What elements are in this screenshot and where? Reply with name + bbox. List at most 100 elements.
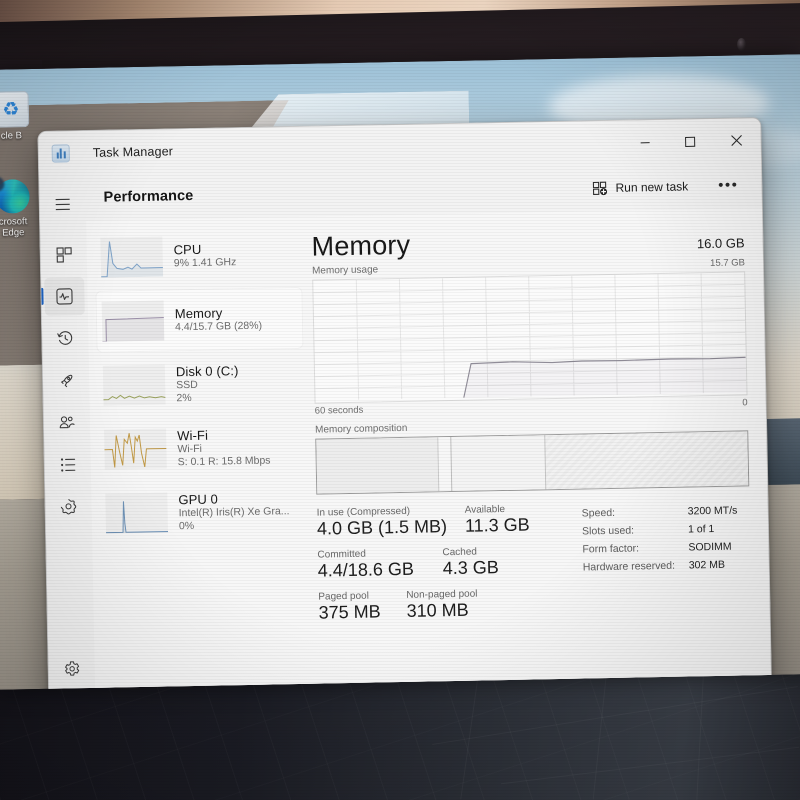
window-body: Performance Run new task ••• CPU 9% 1.41… — [39, 162, 772, 690]
maximize-button[interactable] — [667, 119, 713, 164]
resource-item-memory[interactable]: Memory 4.4/15.7 GB (28%) — [95, 286, 304, 353]
more-options-button[interactable]: ••• — [711, 176, 746, 193]
desktop-icon-label: cle B — [0, 130, 23, 142]
run-new-task-button[interactable]: Run new task — [583, 174, 697, 201]
detail-header: Memory 16.0 GB — [311, 222, 745, 262]
desktop-icon-label: crosoft Edge — [0, 216, 28, 239]
spec-key: Slots used: — [581, 524, 635, 538]
performance-pulse-icon — [56, 288, 73, 305]
memory-statistics: In use (Compressed) Available 4.0 GB (1.… — [317, 499, 752, 633]
desktop-icon-microsoft-edge[interactable]: crosoft Edge — [0, 179, 33, 239]
desktop-icon-recycle-bin[interactable]: ♻ cle B — [0, 91, 31, 142]
composition-segment-in-use — [316, 437, 438, 494]
spec-value: 1 of 1 — [687, 522, 715, 536]
stat-value: 4.3 GB — [442, 557, 499, 579]
memory-thumbnail-graph — [101, 300, 165, 342]
users-icon — [59, 415, 75, 428]
spec-value: 302 MB — [688, 558, 726, 572]
hamburger-menu-button[interactable] — [42, 185, 83, 224]
resource-detail: Intel(R) Iris(R) Xe Gra... — [178, 504, 290, 519]
spec-row-form-factor: Form factor: SODIMM — [582, 537, 750, 558]
gpu-thumbnail-graph — [105, 492, 169, 534]
memory-usage-graph — [312, 271, 748, 404]
graph-axis-left: 60 seconds — [314, 404, 364, 417]
spec-key: Form factor: — [582, 542, 640, 556]
content-area: Performance Run new task ••• CPU 9% 1.41… — [85, 162, 772, 690]
resource-detail: 9% 1.41 GHz — [173, 256, 237, 270]
resource-item-text: Memory 4.4/15.7 GB (28%) — [175, 305, 262, 335]
cpu-thumbnail-graph — [100, 236, 164, 278]
composition-segment-standby — [449, 435, 546, 492]
window-controls — [622, 118, 761, 165]
toolbar-actions: Run new task ••• — [583, 173, 745, 201]
hamburger-icon — [55, 198, 70, 211]
spec-key: Speed: — [581, 506, 616, 520]
spec-key: Hardware reserved: — [582, 559, 676, 574]
app-history-clock-icon — [57, 331, 73, 345]
run-new-task-label: Run new task — [615, 179, 689, 195]
startup-rocket-icon — [60, 374, 72, 387]
sidebar-item-startup-apps[interactable] — [46, 361, 87, 400]
memory-detail-pane: Memory 16.0 GB Memory usage 15.7 GB 60 s… — [301, 208, 771, 690]
spec-value: SODIMM — [688, 540, 732, 554]
resource-name: Memory — [174, 305, 223, 322]
stat-value: 4.0 GB (1.5 MB) — [316, 516, 448, 539]
memory-composition-bar[interactable] — [315, 430, 750, 495]
sidebar-item-users[interactable] — [47, 403, 88, 442]
resource-list: CPU 9% 1.41 GHz Memory 4.4/15.7 GB (28%)… — [86, 217, 310, 690]
resource-detail-2: 0% — [178, 519, 195, 532]
detail-title: Memory — [311, 229, 411, 262]
spec-row-speed: Speed: 3200 MT/s — [582, 501, 750, 522]
sidebar-item-services[interactable] — [48, 487, 89, 526]
details-list-icon — [60, 457, 75, 472]
graph-axis-right: 0 — [742, 397, 748, 409]
statistics-right-column: Speed: 3200 MT/s Slots used: 1 of 1 Form… — [582, 499, 752, 628]
resource-detail: SSD — [176, 378, 198, 391]
resource-item-wifi[interactable]: Wi-Fi Wi-Fi S: 0.1 R: 15.8 Mbps — [98, 415, 306, 481]
webcam-icon — [737, 38, 746, 51]
page-title: Performance — [103, 187, 194, 206]
resource-item-text: Wi-Fi Wi-Fi S: 0.1 R: 15.8 Mbps — [177, 426, 271, 469]
resource-detail-2: 2% — [176, 391, 192, 404]
spec-value: 3200 MT/s — [687, 504, 738, 518]
disk-thumbnail-graph — [102, 364, 166, 406]
resource-detail-2: S: 0.1 R: 15.8 Mbps — [177, 454, 271, 468]
laptop-screen: ♻ cle B crosoft Edge Task Manager Perfor… — [0, 54, 800, 690]
close-button[interactable] — [712, 118, 761, 163]
resource-item-text: CPU 9% 1.41 GHz — [173, 241, 236, 270]
sidebar-item-details[interactable] — [47, 445, 88, 484]
minimize-button[interactable] — [622, 120, 668, 165]
graph-max-label: 15.7 GB — [710, 257, 746, 270]
stat-value: 11.3 GB — [464, 514, 530, 536]
settings-button[interactable] — [51, 649, 92, 688]
memory-capacity: 16.0 GB — [696, 235, 745, 252]
task-manager-icon — [51, 144, 70, 163]
resource-name: CPU — [173, 241, 202, 258]
settings-gear-icon — [64, 660, 79, 676]
resource-detail: 4.4/15.7 GB (28%) — [174, 319, 263, 334]
stat-group-paged-pool: Paged pool Non-paged pool 375 MB 310 MB — [318, 587, 584, 625]
sidebar-item-processes[interactable] — [43, 235, 84, 274]
sidebar-item-app-history[interactable] — [45, 319, 86, 358]
task-manager-window: Task Manager Performance Run new task ••… — [37, 117, 773, 690]
resource-item-gpu[interactable]: GPU 0 Intel(R) Iris(R) Xe Gra... 0% — [99, 479, 307, 545]
resource-item-text: Disk 0 (C:) SSD 2% — [176, 363, 239, 405]
microsoft-edge-icon — [0, 179, 30, 214]
wifi-thumbnail-graph — [104, 428, 167, 470]
statistics-left-column: In use (Compressed) Available 4.0 GB (1.… — [317, 503, 584, 634]
stat-group-in-use: In use (Compressed) Available 4.0 GB (1.… — [317, 503, 583, 541]
graph-caption: Memory usage — [311, 264, 379, 277]
stat-value: 4.4/18.6 GB — [317, 558, 415, 581]
resource-item-cpu[interactable]: CPU 9% 1.41 GHz — [94, 223, 302, 289]
spec-row-hardware-reserved: Hardware reserved: 302 MB — [583, 555, 751, 576]
sidebar-item-performance[interactable] — [44, 277, 85, 316]
processes-grid-icon — [55, 246, 72, 263]
recycle-bin-icon: ♻ — [0, 91, 30, 128]
composition-segment-free — [544, 431, 749, 490]
stat-value: 310 MB — [406, 599, 469, 621]
stat-group-committed: Committed Cached 4.4/18.6 GB 4.3 GB — [317, 545, 583, 583]
composition-segment-modified — [436, 437, 451, 492]
resource-item-text: GPU 0 Intel(R) Iris(R) Xe Gra... 0% — [178, 490, 290, 533]
services-gear-icon — [60, 499, 77, 515]
resource-item-disk[interactable]: Disk 0 (C:) SSD 2% — [97, 351, 305, 417]
